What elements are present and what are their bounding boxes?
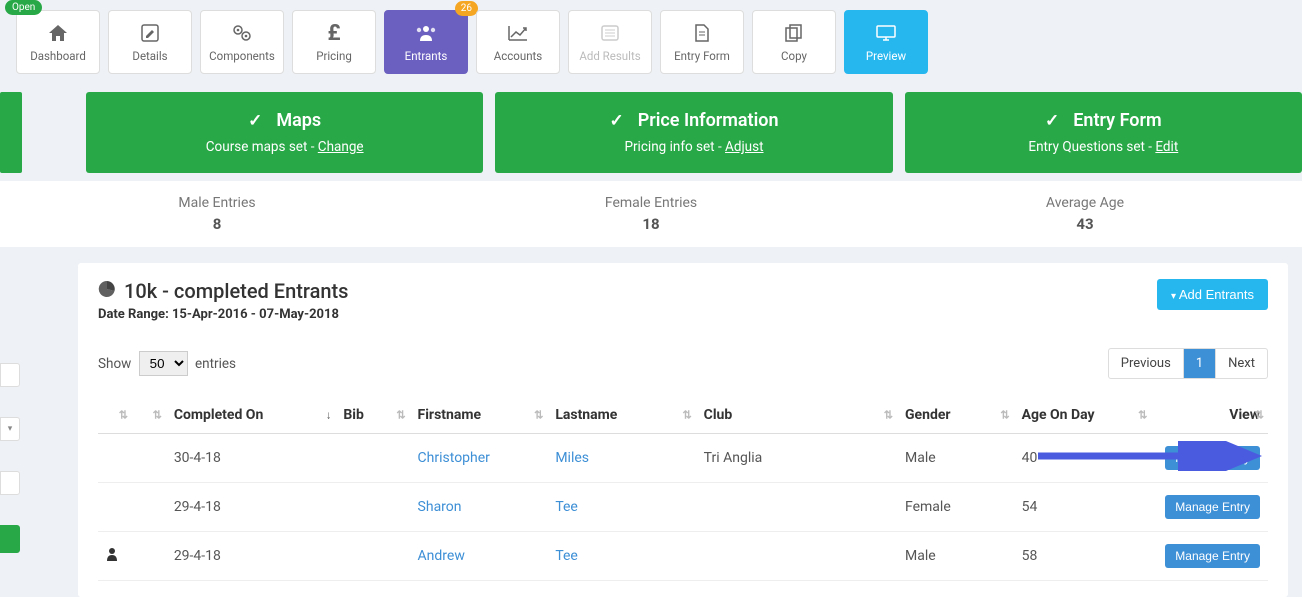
nav-entry-form[interactable]: Entry Form [660, 10, 744, 74]
results-icon [601, 21, 619, 45]
entryform-edit-link[interactable]: Edit [1155, 139, 1178, 155]
date-range: Date Range: 15-Apr-2016 - 07-May-2018 [98, 307, 348, 322]
entrants-table: ⇅ ⇅ Completed On↓ Bib⇅ Firstname⇅ Lastna… [98, 397, 1268, 581]
sliver-green[interactable] [0, 525, 20, 553]
maps-change-link[interactable]: Change [318, 139, 364, 155]
table-row: 30-4-18ChristopherMilesTri AngliaMale40M… [98, 434, 1268, 483]
home-icon [48, 21, 68, 45]
table-row: 29-4-18AndrewTeeMale58Manage Entry [98, 532, 1268, 581]
panel-title: 10k - completed Entrants [98, 279, 348, 303]
sort-icon[interactable]: ⇅ [534, 411, 543, 420]
sort-icon[interactable]: ⇅ [884, 411, 893, 420]
nav-accounts[interactable]: Accounts [476, 10, 560, 74]
left-slivers [0, 263, 22, 553]
sliver-box[interactable] [0, 471, 20, 495]
manage-entry-button[interactable]: Manage Entry [1165, 544, 1260, 568]
show-entries: Show 50 entries [98, 351, 236, 376]
pound-icon: £ [327, 21, 340, 45]
firstname-link[interactable]: Andrew [418, 548, 465, 564]
check-icon [1045, 110, 1065, 131]
price-adjust-link[interactable]: Adjust [725, 139, 763, 155]
pie-icon [98, 279, 116, 303]
sort-icon[interactable]: ⇅ [1255, 411, 1264, 420]
nav-add-results[interactable]: Add Results [568, 10, 652, 74]
manage-entry-button[interactable]: Manage Entry [1165, 495, 1260, 519]
nav-entrants[interactable]: 26 Entrants [384, 10, 468, 74]
sort-icon[interactable]: ↓ [326, 411, 332, 420]
monitor-icon [876, 21, 896, 45]
top-nav: Open Dashboard Details Components £ Pric… [0, 0, 1302, 84]
copy-icon [785, 21, 803, 45]
manage-entry-button[interactable]: Manage Entry [1165, 446, 1260, 470]
pager: Previous 1 Next [1108, 348, 1268, 379]
open-badge: Open [5, 0, 42, 15]
lastname-link[interactable]: Tee [555, 548, 578, 564]
sort-icon[interactable]: ⇅ [1138, 411, 1147, 420]
sliver-box[interactable] [0, 363, 20, 387]
chart-icon [508, 21, 528, 45]
form-icon [694, 21, 710, 45]
sort-icon[interactable]: ⇅ [153, 411, 162, 420]
stats-bar: Male Entries8 Female Entries18 Average A… [0, 181, 1302, 247]
nav-copy[interactable]: Copy [752, 10, 836, 74]
pager-next[interactable]: Next [1215, 349, 1267, 378]
entrants-count-badge: 26 [455, 1, 478, 16]
card-maps: Maps Course maps set - Change [86, 92, 483, 173]
edit-icon [141, 21, 159, 45]
sort-icon[interactable]: ⇅ [119, 411, 128, 420]
card-price: Price Information Pricing info set - Adj… [495, 92, 892, 173]
card-sliver [0, 92, 22, 173]
user-icon [106, 549, 118, 565]
status-cards: Maps Course maps set - Change Price Info… [0, 84, 1302, 181]
check-icon [609, 110, 629, 131]
page-size-select[interactable]: 50 [139, 351, 188, 376]
firstname-link[interactable]: Christopher [418, 450, 490, 466]
cogs-icon [232, 21, 252, 45]
sort-icon[interactable]: ⇅ [396, 411, 405, 420]
firstname-link[interactable]: Sharon [418, 499, 462, 515]
users-icon [415, 21, 437, 45]
sort-icon[interactable]: ⇅ [682, 411, 691, 420]
nav-components[interactable]: Components [200, 10, 284, 74]
nav-details[interactable]: Details [108, 10, 192, 74]
nav-preview[interactable]: Preview [844, 10, 928, 74]
nav-dashboard[interactable]: Open Dashboard [16, 10, 100, 74]
add-entrants-button[interactable]: Add Entrants [1157, 279, 1268, 310]
nav-pricing[interactable]: £ Pricing [292, 10, 376, 74]
table-row: 29-4-18SharonTeeFemale54Manage Entry [98, 483, 1268, 532]
sliver-dropdown[interactable] [0, 417, 20, 441]
pager-prev[interactable]: Previous [1109, 349, 1183, 378]
lastname-link[interactable]: Tee [555, 499, 578, 515]
check-icon [248, 110, 268, 131]
entrants-panel: 10k - completed Entrants Date Range: 15-… [78, 263, 1288, 597]
sort-icon[interactable]: ⇅ [1000, 411, 1009, 420]
card-entryform: Entry Form Entry Questions set - Edit [905, 92, 1302, 173]
lastname-link[interactable]: Miles [555, 450, 589, 466]
pager-page-1[interactable]: 1 [1183, 349, 1215, 378]
